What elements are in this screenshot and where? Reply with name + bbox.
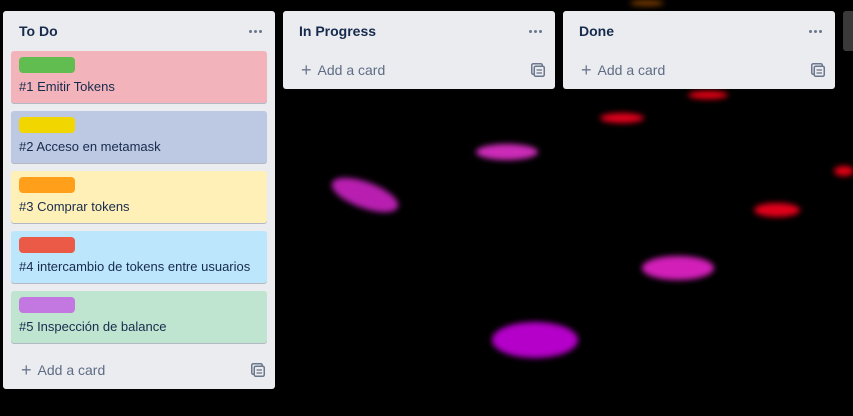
more-horizontal-icon[interactable] [803,19,827,43]
more-horizontal-icon[interactable] [243,19,267,43]
card-label[interactable] [19,297,75,313]
add-card-button[interactable]: + Add a card [301,61,385,79]
board-lists: To Do #1 Emitir Tokens #2 Acceso en meta… [3,11,843,389]
plus-icon: + [301,60,312,80]
list-in-progress: In Progress + Add a card [283,11,555,89]
card-title: #2 Acceso en metamask [19,139,161,154]
plus-icon: + [581,60,592,80]
add-card-label: Add a card [597,62,666,78]
list-footer: + Add a card [283,51,555,89]
add-card-button[interactable]: + Add a card [581,61,665,79]
add-card-button[interactable]: + Add a card [21,361,105,379]
list-header: In Progress [283,11,555,51]
card-label[interactable] [19,117,75,133]
list-to-do: To Do #1 Emitir Tokens #2 Acceso en meta… [3,11,275,389]
list-title[interactable]: In Progress [299,23,376,39]
list-done: Done + Add a card [563,11,835,89]
card[interactable]: #4 intercambio de tokens entre usuarios [11,231,267,283]
card[interactable]: #1 Emitir Tokens [11,51,267,103]
card-list: #1 Emitir Tokens #2 Acceso en metamask #… [3,51,275,351]
card-title: #3 Comprar tokens [19,199,130,214]
list-footer: + Add a card [563,51,835,89]
list-title[interactable]: Done [579,23,614,39]
card-template-icon[interactable] [251,363,265,377]
list-header: To Do [3,11,275,51]
card-title: #5 Inspección de balance [19,319,167,334]
background-light-streak [630,0,664,6]
card-title: #4 intercambio de tokens entre usuarios [19,259,251,274]
list-footer: + Add a card [3,351,275,389]
horizontal-scroll-handle[interactable] [843,11,853,51]
more-horizontal-icon[interactable] [523,19,547,43]
add-card-label: Add a card [317,62,386,78]
plus-icon: + [21,360,32,380]
card-label[interactable] [19,177,75,193]
card[interactable]: #5 Inspección de balance [11,291,267,343]
card-label[interactable] [19,237,75,253]
card-title: #1 Emitir Tokens [19,79,115,94]
list-header: Done [563,11,835,51]
card[interactable]: #3 Comprar tokens [11,171,267,223]
list-title[interactable]: To Do [19,23,58,39]
card[interactable]: #2 Acceso en metamask [11,111,267,163]
card-template-icon[interactable] [811,63,825,77]
add-card-label: Add a card [37,362,106,378]
card-template-icon[interactable] [531,63,545,77]
card-label[interactable] [19,57,75,73]
